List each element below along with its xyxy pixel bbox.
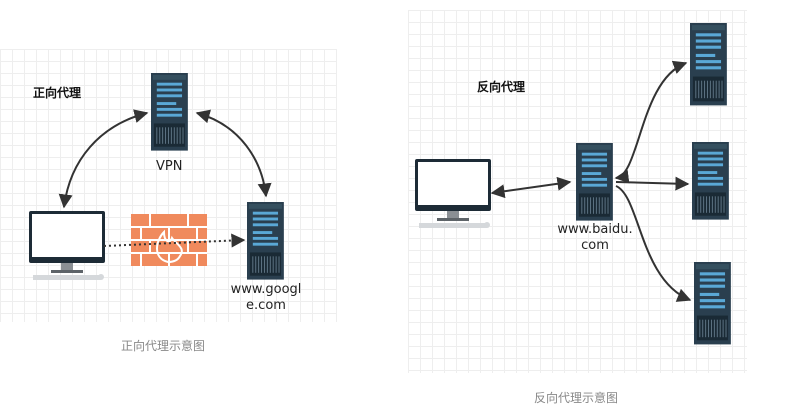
vpn-label: VPN: [156, 159, 183, 174]
proxy-backend2-arrow: [615, 176, 690, 191]
proxy-backend1-arrow: [614, 60, 688, 184]
google-label: www.googl e.com: [226, 282, 306, 314]
google-server: [246, 201, 285, 281]
forward-proxy-title: 正向代理: [33, 86, 82, 100]
reverse-proxy-title: 反向代理: [477, 80, 526, 94]
backend-server: [693, 261, 732, 345]
client-computer: [29, 211, 105, 280]
firewall-icon: [131, 214, 207, 266]
client-proxy-arrow: [490, 176, 572, 199]
vpn-server: [150, 72, 189, 152]
google-label-line1: www.googl: [230, 282, 302, 297]
google-label-line2: e.com: [246, 298, 286, 313]
client-vpn-arrow: [58, 109, 149, 209]
forward-proxy-caption: 正向代理示意图: [121, 339, 206, 353]
baidu-label-line1: www.baidu.: [557, 222, 633, 237]
reverse-proxy-caption: 反向代理示意图: [534, 391, 619, 405]
baidu-proxy-server: [575, 142, 614, 222]
baidu-label: www.baidu. com: [555, 222, 635, 254]
client-computer: [415, 159, 491, 228]
vpn-google-arrow: [195, 109, 272, 198]
baidu-label-line2: com: [581, 238, 609, 253]
diagram-canvas: [29, 22, 732, 345]
backend-server: [691, 141, 730, 221]
backend-server: [689, 22, 728, 106]
